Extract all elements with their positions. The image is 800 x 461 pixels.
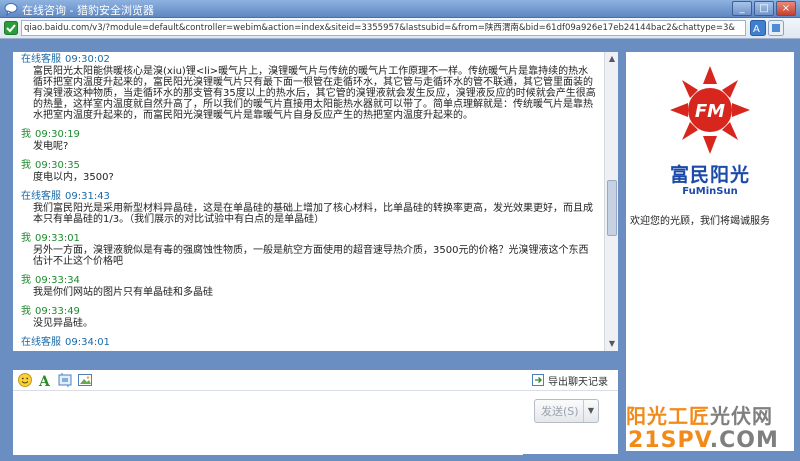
message-sender: 我 bbox=[21, 306, 31, 317]
chevron-down-icon[interactable]: ▼ bbox=[583, 400, 598, 422]
message-header: 我 09:33:34 bbox=[21, 275, 597, 287]
message-time: 09:33:01 bbox=[35, 233, 80, 244]
message-text: 没见异晶硅。 bbox=[33, 318, 93, 329]
logo-english-name: FuMinSun bbox=[682, 186, 738, 197]
message-text: 富民阳光太阳能供暖核心是溴(xiu)锂<li>暖气片上，溴锂暖气片与传统的暖气片… bbox=[33, 66, 596, 121]
message-time: 09:30:19 bbox=[35, 129, 80, 140]
message-sender: 在线客服 bbox=[21, 54, 61, 65]
message-text: 我是你们网站的图片只有单晶硅和多晶硅 bbox=[33, 287, 213, 298]
scroll-down-icon[interactable]: ▼ bbox=[606, 338, 618, 350]
watermark-line2-gray: .COM bbox=[709, 428, 779, 453]
chat-toolbar: A 导出聊天记录 bbox=[13, 370, 618, 390]
message-header: 在线客服 09:34:01 bbox=[21, 337, 597, 349]
message-header: 在线客服 09:30:02 bbox=[21, 54, 597, 66]
message-item: 我 09:33:49 没见异晶硅。 bbox=[21, 306, 597, 329]
window-controls: _ □ × bbox=[732, 1, 796, 16]
message-input[interactable] bbox=[13, 391, 523, 455]
watermark-line1-gray: 光伏网 bbox=[710, 404, 773, 428]
message-header: 在线客服 09:31:43 bbox=[21, 191, 597, 203]
chat-scrollbar[interactable]: ▲ ▼ bbox=[604, 52, 618, 351]
scroll-thumb[interactable] bbox=[607, 180, 617, 236]
message-item: 我 09:33:01 另外一方面，溴锂液貌似是有毒的强腐蚀性物质，一般是航空方面使… bbox=[21, 233, 597, 267]
message-time: 09:31:43 bbox=[65, 191, 110, 202]
chat-bubble-icon bbox=[4, 3, 18, 16]
site-watermark: 阳光工匠光伏网 21SPV.COM bbox=[622, 398, 798, 458]
message-sender: 我 bbox=[21, 160, 31, 171]
watermark-line1: 阳光工匠光伏网 bbox=[626, 400, 773, 429]
translate-icon[interactable]: A bbox=[750, 20, 766, 36]
welcome-text: 欢迎您的光顾，我们将竭诚服务 bbox=[630, 216, 770, 227]
message-text: 我们富民阳光是采用新型材料异晶硅，这是在单晶硅的基础上增加了核心材料，比单晶硅的… bbox=[33, 203, 593, 225]
message-header: 我 09:30:35 bbox=[21, 160, 597, 172]
company-logo: FM 富民阳光 FuMinSun bbox=[634, 62, 786, 202]
message-header: 我 09:33:01 bbox=[21, 233, 597, 245]
message-item: 在线客服 09:31:43 我们富民阳光是采用新型材料异晶硅，这是在单晶硅的基础上… bbox=[21, 191, 597, 225]
watermark-line2-orange: 21SPV bbox=[628, 428, 710, 453]
maximize-button[interactable]: □ bbox=[754, 1, 774, 16]
sun-logo-icon: FM bbox=[670, 66, 750, 154]
message-time: 09:34:01 bbox=[65, 337, 110, 348]
address-bar: qiao.baidu.com/v3/?module=default&contro… bbox=[0, 18, 800, 39]
svg-text:A: A bbox=[753, 24, 760, 35]
minimize-button[interactable]: _ bbox=[732, 1, 752, 16]
url-field[interactable]: qiao.baidu.com/v3/?module=default&contro… bbox=[21, 20, 746, 36]
scroll-up-icon[interactable]: ▲ bbox=[606, 53, 618, 65]
message-text: 发电呢? bbox=[33, 141, 69, 152]
svg-text:A: A bbox=[38, 374, 51, 388]
export-chat-button[interactable]: 导出聊天记录 bbox=[531, 372, 608, 388]
message-time: 09:33:34 bbox=[35, 275, 80, 286]
window-titlebar[interactable]: 在线咨询 - 猎豹安全浏览器 _ □ × bbox=[0, 0, 800, 18]
message-text: 另外一方面，溴锂液貌似是有毒的强腐蚀性物质，一般是航空方面使用的超音速导热介质，… bbox=[33, 245, 589, 267]
image-icon[interactable] bbox=[77, 372, 93, 388]
message-text: 度电以内，3500? bbox=[33, 172, 114, 183]
screenshot-icon[interactable] bbox=[57, 372, 73, 388]
message-header: 我 09:30:19 bbox=[21, 129, 597, 141]
message-sender: 在线客服 bbox=[21, 337, 61, 348]
smiley-icon[interactable] bbox=[17, 372, 33, 388]
message-header: 我 09:33:49 bbox=[21, 306, 597, 318]
watermark-line1-orange: 阳光工匠 bbox=[626, 404, 710, 428]
export-icon bbox=[532, 374, 544, 386]
send-button-label: 发送(S) bbox=[541, 405, 579, 418]
message-item: 在线客服 09:34:01 bbox=[21, 337, 597, 349]
export-chat-label: 导出聊天记录 bbox=[548, 376, 608, 388]
logo-chinese-name: 富民阳光 bbox=[669, 164, 750, 186]
window-title: 在线咨询 - 猎豹安全浏览器 bbox=[22, 4, 154, 17]
font-icon[interactable]: A bbox=[37, 372, 53, 388]
message-time: 09:30:35 bbox=[35, 160, 80, 171]
close-button[interactable]: × bbox=[776, 1, 796, 16]
message-sender: 我 bbox=[21, 275, 31, 286]
message-item: 在线客服 09:30:02 富民阳光太阳能供暖核心是溴(xiu)锂<li>暖气片上… bbox=[21, 54, 597, 121]
send-button[interactable]: 发送(S) ▼ bbox=[534, 399, 599, 423]
message-sender: 我 bbox=[21, 129, 31, 140]
company-side-panel: FM 富民阳光 FuMinSun 欢迎您的光顾，我们将竭诚服务 bbox=[626, 52, 794, 451]
message-item: 我 09:30:35 度电以内，3500? bbox=[21, 160, 597, 183]
message-sender: 我 bbox=[21, 233, 31, 244]
secure-check-icon bbox=[4, 21, 18, 35]
message-time: 09:33:49 bbox=[35, 306, 80, 317]
extension-icon[interactable] bbox=[768, 20, 784, 36]
chat-history-panel: 在线客服 09:30:02 富民阳光太阳能供暖核心是溴(xiu)锂<li>暖气片上… bbox=[13, 52, 618, 351]
message-sender: 在线客服 bbox=[21, 191, 61, 202]
message-item: 我 09:30:19 发电呢? bbox=[21, 129, 597, 152]
watermark-line2: 21SPV.COM bbox=[628, 428, 779, 453]
message-item: 我 09:33:34 我是你们网站的图片只有单晶硅和多晶硅 bbox=[21, 275, 597, 298]
message-list[interactable]: 在线客服 09:30:02 富民阳光太阳能供暖核心是溴(xiu)锂<li>暖气片上… bbox=[13, 52, 603, 351]
message-time: 09:30:02 bbox=[65, 54, 110, 65]
svg-text:FM: FM bbox=[695, 101, 725, 122]
message-input-area: 发送(S) ▼ bbox=[13, 390, 618, 455]
